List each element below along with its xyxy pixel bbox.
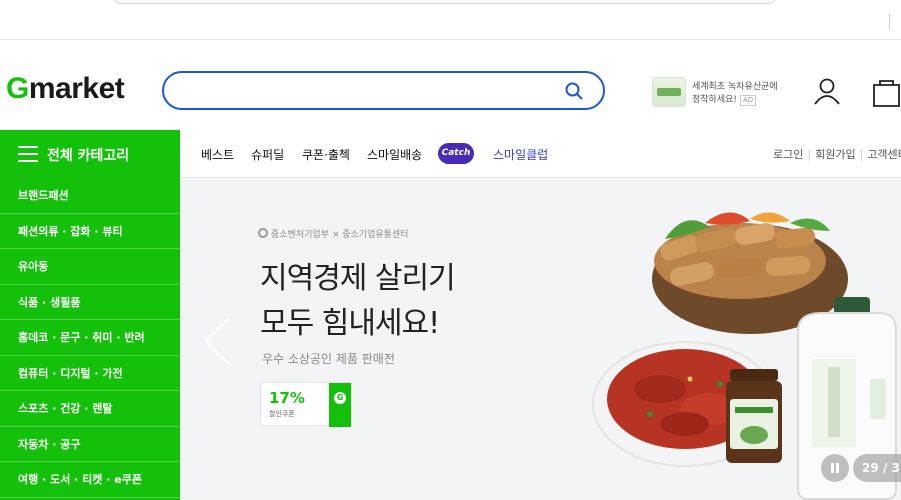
sidebar-item-kids[interactable]: 유아동 <box>0 249 180 285</box>
top-divider <box>889 14 890 30</box>
all-categories-button[interactable]: 전체 카테고리 <box>0 130 180 178</box>
login-link[interactable]: 로그인 <box>773 148 803 161</box>
chevron-left-icon[interactable] <box>202 317 232 365</box>
sidebar-item-digital[interactable]: 컴퓨터 · 디지털 · 가전 <box>0 356 180 391</box>
nav-smile-club[interactable]: 스마일클럽 <box>493 146 548 163</box>
sidebar-item-fashion-beauty[interactable]: 패션의류 · 잡화 · 뷰티 <box>0 214 180 249</box>
logo-initial: G <box>6 72 29 105</box>
search-icon[interactable] <box>565 82 583 100</box>
cart-icon[interactable] <box>872 76 901 107</box>
util-links: 로그인|회원가입|고객센터 <box>773 146 901 162</box>
ad-text-line2: 정착하세요! AD <box>692 92 757 106</box>
nav-coupon-checkin[interactable]: 쿠폰·출첵 <box>302 146 350 163</box>
ad-text-line1: 세계최초 녹차유산균에 <box>692 82 778 92</box>
logo-text: market <box>28 72 125 105</box>
nav-superdeal[interactable]: 슈퍼딜 <box>251 146 284 163</box>
nav-best[interactable]: 베스트 <box>201 146 234 163</box>
discount-coupon[interactable]: 17% 할인쿠폰 G <box>260 382 352 427</box>
catch-badge[interactable]: Catch <box>438 143 474 164</box>
user-icon[interactable] <box>812 76 842 106</box>
main-banner[interactable]: 중소벤처기업부 × 중소기업유통센터 지역경제 살리기 모두 힘내세요! 우수 … <box>180 179 901 500</box>
gmarket-page: Gmarket 세계최초 녹차유산균에 정착하세요! AD 전체 카테고리 베스트… <box>0 0 901 500</box>
coupon-g-badge: G <box>334 392 346 404</box>
top-banner-pill <box>112 0 777 4</box>
category-sidebar: 브랜드패션 패션의류 · 잡화 · 뷰티 유아동 식품 · 생필품 홈데코 · … <box>0 178 180 500</box>
banner-agencies: 중소벤처기업부 × 중소기업유통센터 <box>258 227 408 240</box>
sidebar-item-brand-fashion[interactable]: 브랜드패션 <box>0 178 180 214</box>
agency-logo-icon <box>258 228 268 238</box>
ad-product-thumbnail <box>652 77 686 107</box>
sidebar-item-travel[interactable]: 여행 · 도서 · 티켓 · e쿠폰 <box>0 462 180 498</box>
pause-icon[interactable] <box>821 454 849 482</box>
banner-headline-2: 모두 힘내세요! <box>260 306 440 341</box>
header-ad[interactable]: 세계최초 녹차유산균에 정착하세요! AD <box>652 74 792 110</box>
search-box[interactable] <box>162 71 605 110</box>
sidebar-item-auto[interactable]: 자동차 · 공구 <box>0 427 180 462</box>
banner-subtitle: 우수 소상공인 제품 판매전 <box>262 352 395 366</box>
slide-counter[interactable]: 29 / 3 <box>853 454 901 482</box>
gmarket-logo[interactable]: Gmarket <box>6 72 125 106</box>
coupon-percent: 17% <box>269 389 305 407</box>
customer-center-link[interactable]: 고객센터 <box>867 148 901 161</box>
top-strip <box>0 0 901 40</box>
signup-link[interactable]: 회원가입 <box>815 148 855 161</box>
ad-text-line2-label: 정착하세요! <box>692 95 738 105</box>
util-separator: | <box>859 148 864 161</box>
util-separator: | <box>807 148 812 161</box>
banner-headline-1: 지역경제 살리기 <box>260 261 456 296</box>
nav-smile-delivery[interactable]: 스마일배송 <box>367 146 422 163</box>
sidebar-item-food[interactable]: 식품 · 생필품 <box>0 285 180 320</box>
all-categories-label: 전체 카테고리 <box>47 148 130 164</box>
sidebar-item-home-deco[interactable]: 홈데코 · 문구 · 취미 · 반려 <box>0 320 180 356</box>
search-input[interactable] <box>178 79 558 103</box>
banner-agencies-text: 중소벤처기업부 × 중소기업유통센터 <box>271 230 409 240</box>
coupon-label: 할인쿠폰 <box>269 410 295 418</box>
coupon-tab: G <box>329 383 351 427</box>
sidebar-item-sports[interactable]: 스포츠 · 건강 · 렌탈 <box>0 391 180 427</box>
ad-badge: AD <box>740 95 757 106</box>
product-image <box>592 212 897 500</box>
hamburger-icon <box>18 146 38 162</box>
category-bar: 전체 카테고리 베스트 슈퍼딜 쿠폰·출첵 스마일배송 Catch 스마일클럽 … <box>0 130 901 178</box>
